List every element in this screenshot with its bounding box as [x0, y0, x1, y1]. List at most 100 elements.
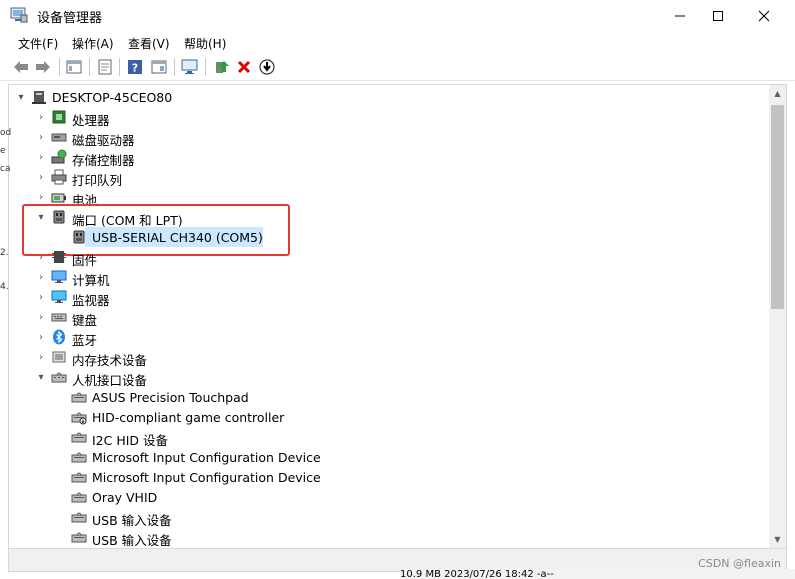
firmware-icon: [51, 249, 67, 265]
expand-chevron-icon[interactable]: ›: [35, 347, 47, 367]
computer-icon: [51, 269, 67, 285]
collapse-chevron-icon[interactable]: ▾: [35, 367, 47, 387]
uninstall-device-button[interactable]: [234, 57, 254, 77]
toolbar-separator: [89, 58, 90, 76]
update-driver-button[interactable]: [212, 57, 232, 77]
hid-device-icon: [71, 469, 87, 485]
collapse-chevron-icon[interactable]: ▾: [15, 87, 27, 107]
background-text-fragment: e: [0, 146, 6, 156]
tree-item-processor[interactable]: › 处理器: [9, 107, 769, 128]
computer-icon: [31, 89, 47, 105]
printer-icon: [51, 169, 67, 185]
expand-chevron-icon[interactable]: ›: [35, 267, 47, 287]
scrollbar-thumb[interactable]: [771, 105, 784, 309]
help-button[interactable]: ?: [125, 57, 145, 77]
background-window-row: 10.9 MB 2023/07/26 18:42 -a--: [400, 569, 795, 579]
expand-chevron-icon[interactable]: ›: [35, 147, 47, 167]
menu-view[interactable]: 查看(V): [128, 35, 170, 52]
properties-icon: [98, 59, 112, 75]
expand-chevron-icon[interactable]: ›: [35, 287, 47, 307]
hid-device-icon: [71, 449, 87, 465]
background-text-fragment: 2.: [0, 248, 9, 258]
battery-icon: [51, 189, 67, 205]
tree-item-hid-device[interactable]: USB 输入设备: [9, 527, 769, 548]
toolbar: ?: [0, 54, 795, 81]
expand-chevron-icon[interactable]: ›: [35, 247, 47, 267]
menu-help[interactable]: 帮助(H): [184, 35, 226, 52]
background-text-fragment: ca: [0, 164, 11, 174]
svg-text:?: ?: [132, 62, 138, 75]
toolbar-separator: [59, 58, 60, 76]
tree-item-computer[interactable]: › 计算机: [9, 267, 769, 288]
tree-item-label: Oray VHID: [92, 490, 158, 505]
tree-item-hid-device[interactable]: HID-compliant game controller: [9, 407, 769, 427]
delete-x-icon: [237, 60, 251, 74]
close-button[interactable]: [741, 0, 787, 32]
device-manager-window: 设备管理器 文件(F) 操作(A) 查看(V) 帮助(H) ? ▾ DESKTO…: [0, 0, 795, 579]
tree-item-human-interface-devices[interactable]: ▾ 人机接口设备: [9, 367, 769, 389]
tree-item-disk-drives[interactable]: › 磁盘驱动器: [9, 127, 769, 149]
device-tree: ▾ DESKTOP-45CEO80 › 处理器 › 磁盘驱动器 › 存储控制器 …: [8, 84, 787, 549]
hid-device-icon: [71, 409, 87, 425]
tree-item-hid-device[interactable]: I2C HID 设备: [9, 427, 769, 448]
menu-file[interactable]: 文件(F): [18, 35, 58, 52]
properties-button[interactable]: [95, 57, 115, 77]
tree-item-print-queues[interactable]: › 打印队列: [9, 167, 769, 188]
tree-item-hid-device[interactable]: Microsoft Input Configuration Device: [9, 467, 769, 487]
expand-chevron-icon[interactable]: ›: [35, 327, 47, 347]
menu-bar: 文件(F) 操作(A) 查看(V) 帮助(H): [0, 33, 795, 53]
keyboard-icon: [51, 309, 67, 325]
scroll-down-arrow-icon[interactable]: ▼: [769, 531, 786, 548]
forward-arrow-icon: [36, 61, 50, 73]
tree-item-memory-technology-devices[interactable]: › 内存技术设备: [9, 347, 769, 368]
toolbar-separator: [205, 58, 206, 76]
tree-root-label: DESKTOP-45CEO80: [52, 90, 173, 105]
back-arrow-icon: [14, 61, 28, 73]
menu-action[interactable]: 操作(A): [72, 35, 114, 52]
action-pane-button[interactable]: [149, 57, 169, 77]
memory-device-icon: [51, 349, 67, 365]
expand-chevron-icon[interactable]: ›: [35, 167, 47, 187]
minimize-icon: [675, 15, 685, 17]
action-pane-icon: [151, 60, 167, 74]
scroll-up-arrow-icon[interactable]: ▲: [769, 85, 786, 102]
show-hide-console-tree-button[interactable]: [64, 57, 84, 77]
tree-item-firmware[interactable]: › 固件: [9, 247, 769, 268]
expand-chevron-icon[interactable]: ›: [35, 127, 47, 147]
tree-root[interactable]: ▾ DESKTOP-45CEO80: [9, 87, 769, 107]
hid-device-icon: [71, 489, 87, 505]
title-bar: 设备管理器: [0, 0, 795, 32]
vertical-scrollbar[interactable]: ▲ ▼: [769, 85, 786, 548]
hid-device-icon: [71, 429, 87, 445]
forward-button[interactable]: [33, 57, 53, 77]
device-manager-app-icon: [10, 7, 28, 23]
tree-item-hid-device[interactable]: Oray VHID: [9, 487, 769, 507]
close-icon: [758, 10, 770, 22]
monitor-icon: [51, 289, 67, 305]
hid-icon: [51, 369, 67, 385]
toolbar-separator: [174, 58, 175, 76]
tree-item-hid-device[interactable]: ASUS Precision Touchpad: [9, 387, 769, 407]
expand-chevron-icon[interactable]: ›: [35, 307, 47, 327]
expand-chevron-icon[interactable]: ›: [35, 107, 47, 127]
tree-item-storage-controllers[interactable]: › 存储控制器: [9, 147, 769, 168]
processor-icon: [51, 109, 67, 125]
tree-item-hid-device[interactable]: Microsoft Input Configuration Device: [9, 447, 769, 467]
tree-item-keyboards[interactable]: › 键盘: [9, 307, 769, 329]
window-title: 设备管理器: [37, 11, 103, 26]
back-button[interactable]: [11, 57, 31, 77]
hid-device-icon: [71, 389, 87, 405]
tree-item-hid-device[interactable]: USB 输入设备: [9, 507, 769, 528]
tree-item-bluetooth[interactable]: › 蓝牙: [9, 327, 769, 348]
console-tree-icon: [66, 60, 82, 74]
scan-hardware-button[interactable]: [180, 57, 200, 77]
disable-device-button[interactable]: [257, 57, 277, 77]
hid-device-icon: [71, 509, 87, 525]
csdn-watermark: CSDN @fleaxin: [698, 557, 781, 570]
tree-item-monitors[interactable]: › 监视器: [9, 287, 769, 308]
maximize-button[interactable]: [695, 0, 741, 32]
disk-drive-icon: [51, 129, 67, 145]
toolbar-separator: [119, 58, 120, 76]
tree-item-label: USB 输入设备: [92, 533, 172, 548]
background-text-fragment: od: [0, 128, 12, 138]
